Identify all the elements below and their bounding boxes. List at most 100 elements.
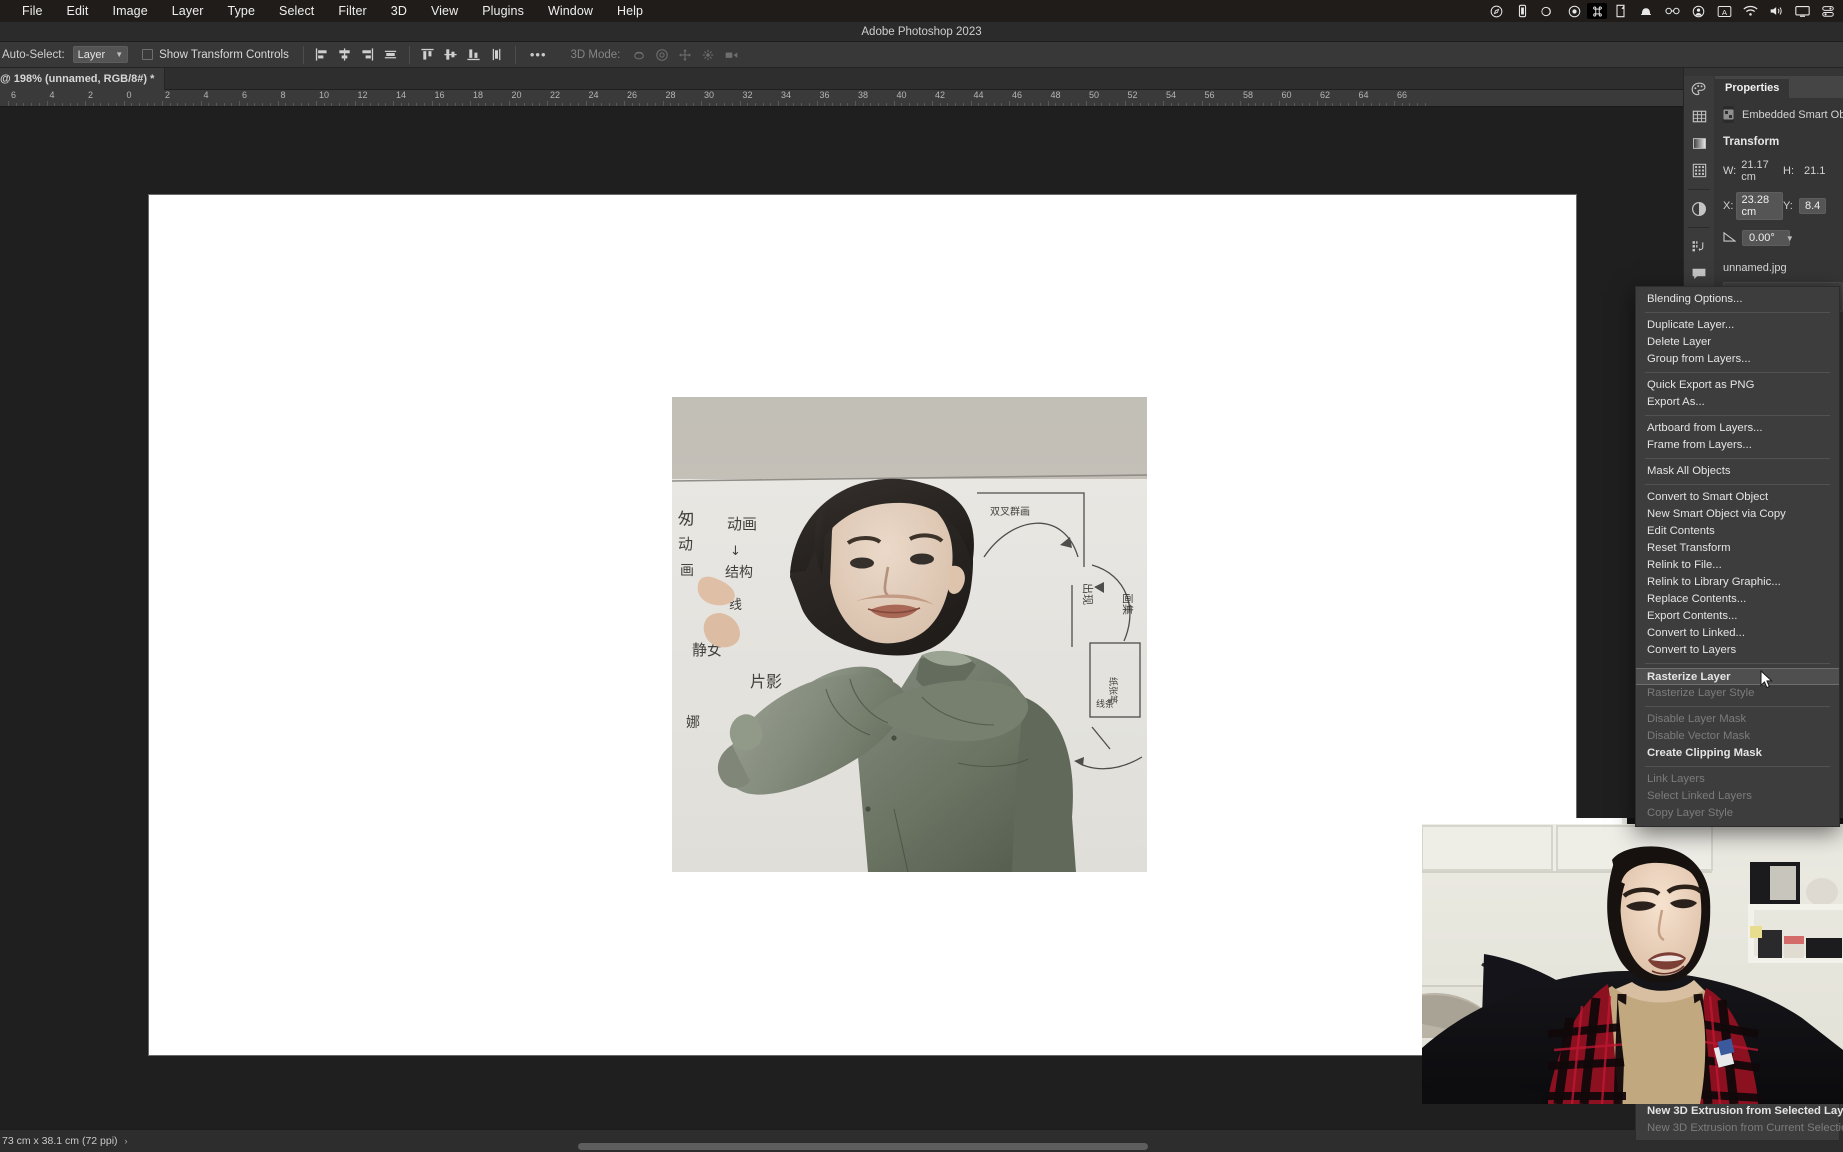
menu-item[interactable]: Artboard from Layers... <box>1636 420 1839 437</box>
horizontal-scrollbar[interactable] <box>0 1142 1843 1151</box>
menu-item[interactable]: Create Clipping Mask <box>1636 745 1839 762</box>
menu-layer[interactable]: Layer <box>160 0 216 22</box>
input-source-a-icon[interactable]: A <box>1711 0 1737 22</box>
menu-item[interactable]: Duplicate Layer... <box>1636 317 1839 334</box>
gradients-icon[interactable] <box>1684 130 1714 157</box>
menu-item[interactable]: Frame from Layers... <box>1636 437 1839 454</box>
smart-object-photo-layer[interactable]: 匆 动 画 动画 ↓ 结构 线 静女 片影 娜 结构 双叉群画 出现 画集 <box>672 397 1147 872</box>
ruler-tick-mark <box>1417 103 1419 106</box>
menu-item[interactable]: Mask All Objects <box>1636 463 1839 480</box>
menu-image[interactable]: Image <box>101 0 160 22</box>
horizontal-scrollbar-thumb[interactable] <box>578 1143 1148 1150</box>
ruler-tick-mark <box>562 103 564 106</box>
ruler-tick-mark <box>100 103 102 106</box>
creative-cloud-icon[interactable] <box>1535 0 1561 22</box>
control-center-icon[interactable] <box>1815 0 1841 22</box>
menu-item[interactable]: New Smart Object via Copy <box>1636 506 1839 523</box>
adjustments-icon[interactable] <box>1684 195 1714 222</box>
x-field-group[interactable]: X: 23.28 cm <box>1723 192 1783 220</box>
align-vertical-centers-icon[interactable] <box>441 45 461 65</box>
rotate-3d-icon <box>630 46 648 64</box>
menu-plugins[interactable]: Plugins <box>470 0 536 22</box>
menu-window[interactable]: Window <box>536 0 605 22</box>
ruler-tick-mark <box>1363 103 1365 106</box>
height-field-group[interactable]: H: 21.1 <box>1783 164 1843 178</box>
menu-item[interactable]: Blending Options... <box>1636 291 1839 308</box>
ruler-tick-mark <box>1255 103 1257 106</box>
bell-icon[interactable] <box>1633 0 1659 22</box>
clipboard-icon[interactable] <box>1607 0 1633 22</box>
menu-file[interactable]: File <box>10 0 55 22</box>
layer-context-menu[interactable]: Blending Options... Duplicate Layer... Del… <box>1635 286 1840 827</box>
ruler-tick-mark <box>85 101 86 106</box>
y-field-group[interactable]: Y: 8.4 <box>1783 198 1843 214</box>
patterns-icon[interactable] <box>1684 157 1714 184</box>
wifi-icon[interactable] <box>1737 0 1763 22</box>
align-bottom-edges-icon[interactable] <box>464 45 484 65</box>
ruler-tick-mark <box>831 103 833 106</box>
align-left-edges-icon[interactable] <box>312 45 332 65</box>
menu-help[interactable]: Help <box>605 0 655 22</box>
menu-item: Select Linked Layers <box>1647 790 1752 802</box>
glasses-icon[interactable] <box>1659 0 1685 22</box>
menu-item[interactable]: Quick Export as PNG <box>1636 377 1839 394</box>
menu-item[interactable]: Export Contents... <box>1636 608 1839 625</box>
align-right-edges-icon[interactable] <box>358 45 378 65</box>
menu-item[interactable]: Edit Contents <box>1636 523 1839 540</box>
battery-icon[interactable] <box>1509 0 1535 22</box>
align-horizontal-centers-icon[interactable] <box>335 45 355 65</box>
menu-select[interactable]: Select <box>267 0 326 22</box>
more-options-button[interactable]: ••• <box>524 47 553 62</box>
menu-item[interactable]: Group from Layers... <box>1636 351 1839 368</box>
chevron-down-icon[interactable]: ▼ <box>1786 234 1794 243</box>
layer-context-menu-bottom[interactable]: New 3D Extrusion from Selected Layer New … <box>1635 1100 1843 1141</box>
ruler-tick-mark <box>362 103 364 106</box>
menu-item[interactable]: Convert to Linked... <box>1636 625 1839 642</box>
width-value[interactable]: 21.17 cm <box>1736 158 1783 184</box>
menu-item[interactable]: Replace Contents... <box>1636 591 1839 608</box>
menu-item[interactable]: Rasterize Layer <box>1636 668 1839 685</box>
menu-item[interactable]: Convert to Layers <box>1636 642 1839 659</box>
y-value[interactable]: 8.4 <box>1799 198 1827 214</box>
volume-icon[interactable] <box>1763 0 1789 22</box>
display-icon[interactable] <box>1789 0 1815 22</box>
compass-icon[interactable] <box>1483 0 1509 22</box>
menu-item[interactable]: Export As... <box>1636 394 1839 411</box>
align-top-edges-icon[interactable] <box>418 45 438 65</box>
menu-edit[interactable]: Edit <box>55 0 101 22</box>
x-value[interactable]: 23.28 cm <box>1735 192 1783 220</box>
distribute-vertical-icon[interactable] <box>487 45 507 65</box>
menu-filter[interactable]: Filter <box>326 0 378 22</box>
ruler-tick-mark <box>670 103 672 106</box>
angle-value[interactable]: 0.00° <box>1742 230 1790 246</box>
command-icon[interactable] <box>1587 3 1607 19</box>
horizontal-ruler[interactable]: 6 4 2 0 2 4 6 8 10 12 14 16 18 20 22 24 26 28 30 32 34 36 38 40… <box>0 90 1843 107</box>
document-tab[interactable]: @ 198% (unnamed, RGB/8#) * <box>0 68 166 90</box>
auto-select-dropdown[interactable]: Layer ▼ <box>72 46 129 63</box>
auto-select-value: Layer <box>77 48 106 61</box>
document-canvas[interactable]: 匆 动 画 动画 ↓ 结构 线 静女 片影 娜 结构 双叉群画 出现 画集 <box>149 195 1576 1055</box>
menu-view[interactable]: View <box>419 0 470 22</box>
menu-item[interactable]: Relink to File... <box>1636 557 1839 574</box>
user-circle-icon[interactable] <box>1685 0 1711 22</box>
menu-item[interactable]: Convert to Smart Object <box>1636 489 1839 506</box>
menu-item[interactable]: New 3D Extrusion from Selected Layer <box>1636 1103 1843 1120</box>
show-transform-controls-checkbox[interactable]: Show Transform Controls <box>142 49 289 61</box>
menu-3d[interactable]: 3D <box>379 0 419 22</box>
record-icon[interactable] <box>1561 0 1587 22</box>
menu-type[interactable]: Type <box>216 0 268 22</box>
height-value[interactable]: 21.1 <box>1799 164 1830 178</box>
width-field-group[interactable]: W: 21.17 cm <box>1723 158 1783 184</box>
ruler-tick-mark <box>393 101 394 106</box>
distribute-horizontal-icon[interactable] <box>381 45 401 65</box>
color-palette-icon[interactable] <box>1684 76 1714 103</box>
menu-item[interactable]: Relink to Library Graphic... <box>1636 574 1839 591</box>
angle-row: 0.00° ▼ <box>1723 230 1843 246</box>
webcam-overlay[interactable] <box>1422 818 1843 1104</box>
comments-icon[interactable] <box>1684 260 1714 287</box>
tab-properties[interactable]: Properties <box>1715 79 1790 98</box>
swatches-icon[interactable] <box>1684 103 1714 130</box>
menu-item[interactable]: Reset Transform <box>1636 540 1839 557</box>
history-icon[interactable] <box>1684 233 1714 260</box>
menu-item[interactable]: Delete Layer <box>1636 334 1839 351</box>
